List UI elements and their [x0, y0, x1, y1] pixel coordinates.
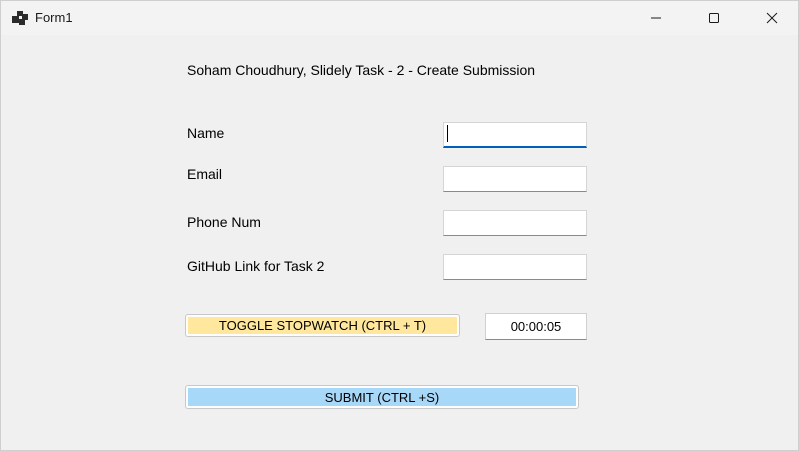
minimize-icon: [651, 17, 661, 19]
name-input[interactable]: [443, 122, 587, 148]
submit-label: SUBMIT (CTRL +S): [188, 388, 576, 406]
phone-label: Phone Num: [187, 214, 261, 230]
email-input[interactable]: [443, 166, 587, 192]
windows-forms-app-icon: [12, 11, 28, 25]
github-link-label: GitHub Link for Task 2: [187, 258, 325, 274]
github-link-input[interactable]: [443, 254, 587, 280]
form1-window: Form1 Soham Choudhury, Slidely Task - 2 …: [0, 0, 799, 451]
stopwatch-display: 00:00:05: [485, 313, 587, 340]
close-icon: [766, 12, 778, 24]
name-label: Name: [187, 125, 225, 141]
window-title: Form1: [35, 10, 73, 25]
title-bar[interactable]: Form1: [1, 1, 798, 35]
phone-input[interactable]: [443, 210, 587, 236]
text-caret: [447, 125, 448, 142]
form-heading: Soham Choudhury, Slidely Task - 2 - Crea…: [187, 62, 536, 78]
email-label: Email: [187, 166, 223, 182]
minimize-button[interactable]: [627, 1, 685, 35]
maximize-button[interactable]: [685, 1, 743, 35]
toggle-stopwatch-button[interactable]: TOGGLE STOPWATCH (CTRL + T): [185, 314, 460, 337]
close-button[interactable]: [743, 1, 799, 35]
maximize-icon: [709, 13, 719, 23]
toggle-stopwatch-label: TOGGLE STOPWATCH (CTRL + T): [188, 317, 457, 334]
submit-button[interactable]: SUBMIT (CTRL +S): [185, 385, 579, 409]
